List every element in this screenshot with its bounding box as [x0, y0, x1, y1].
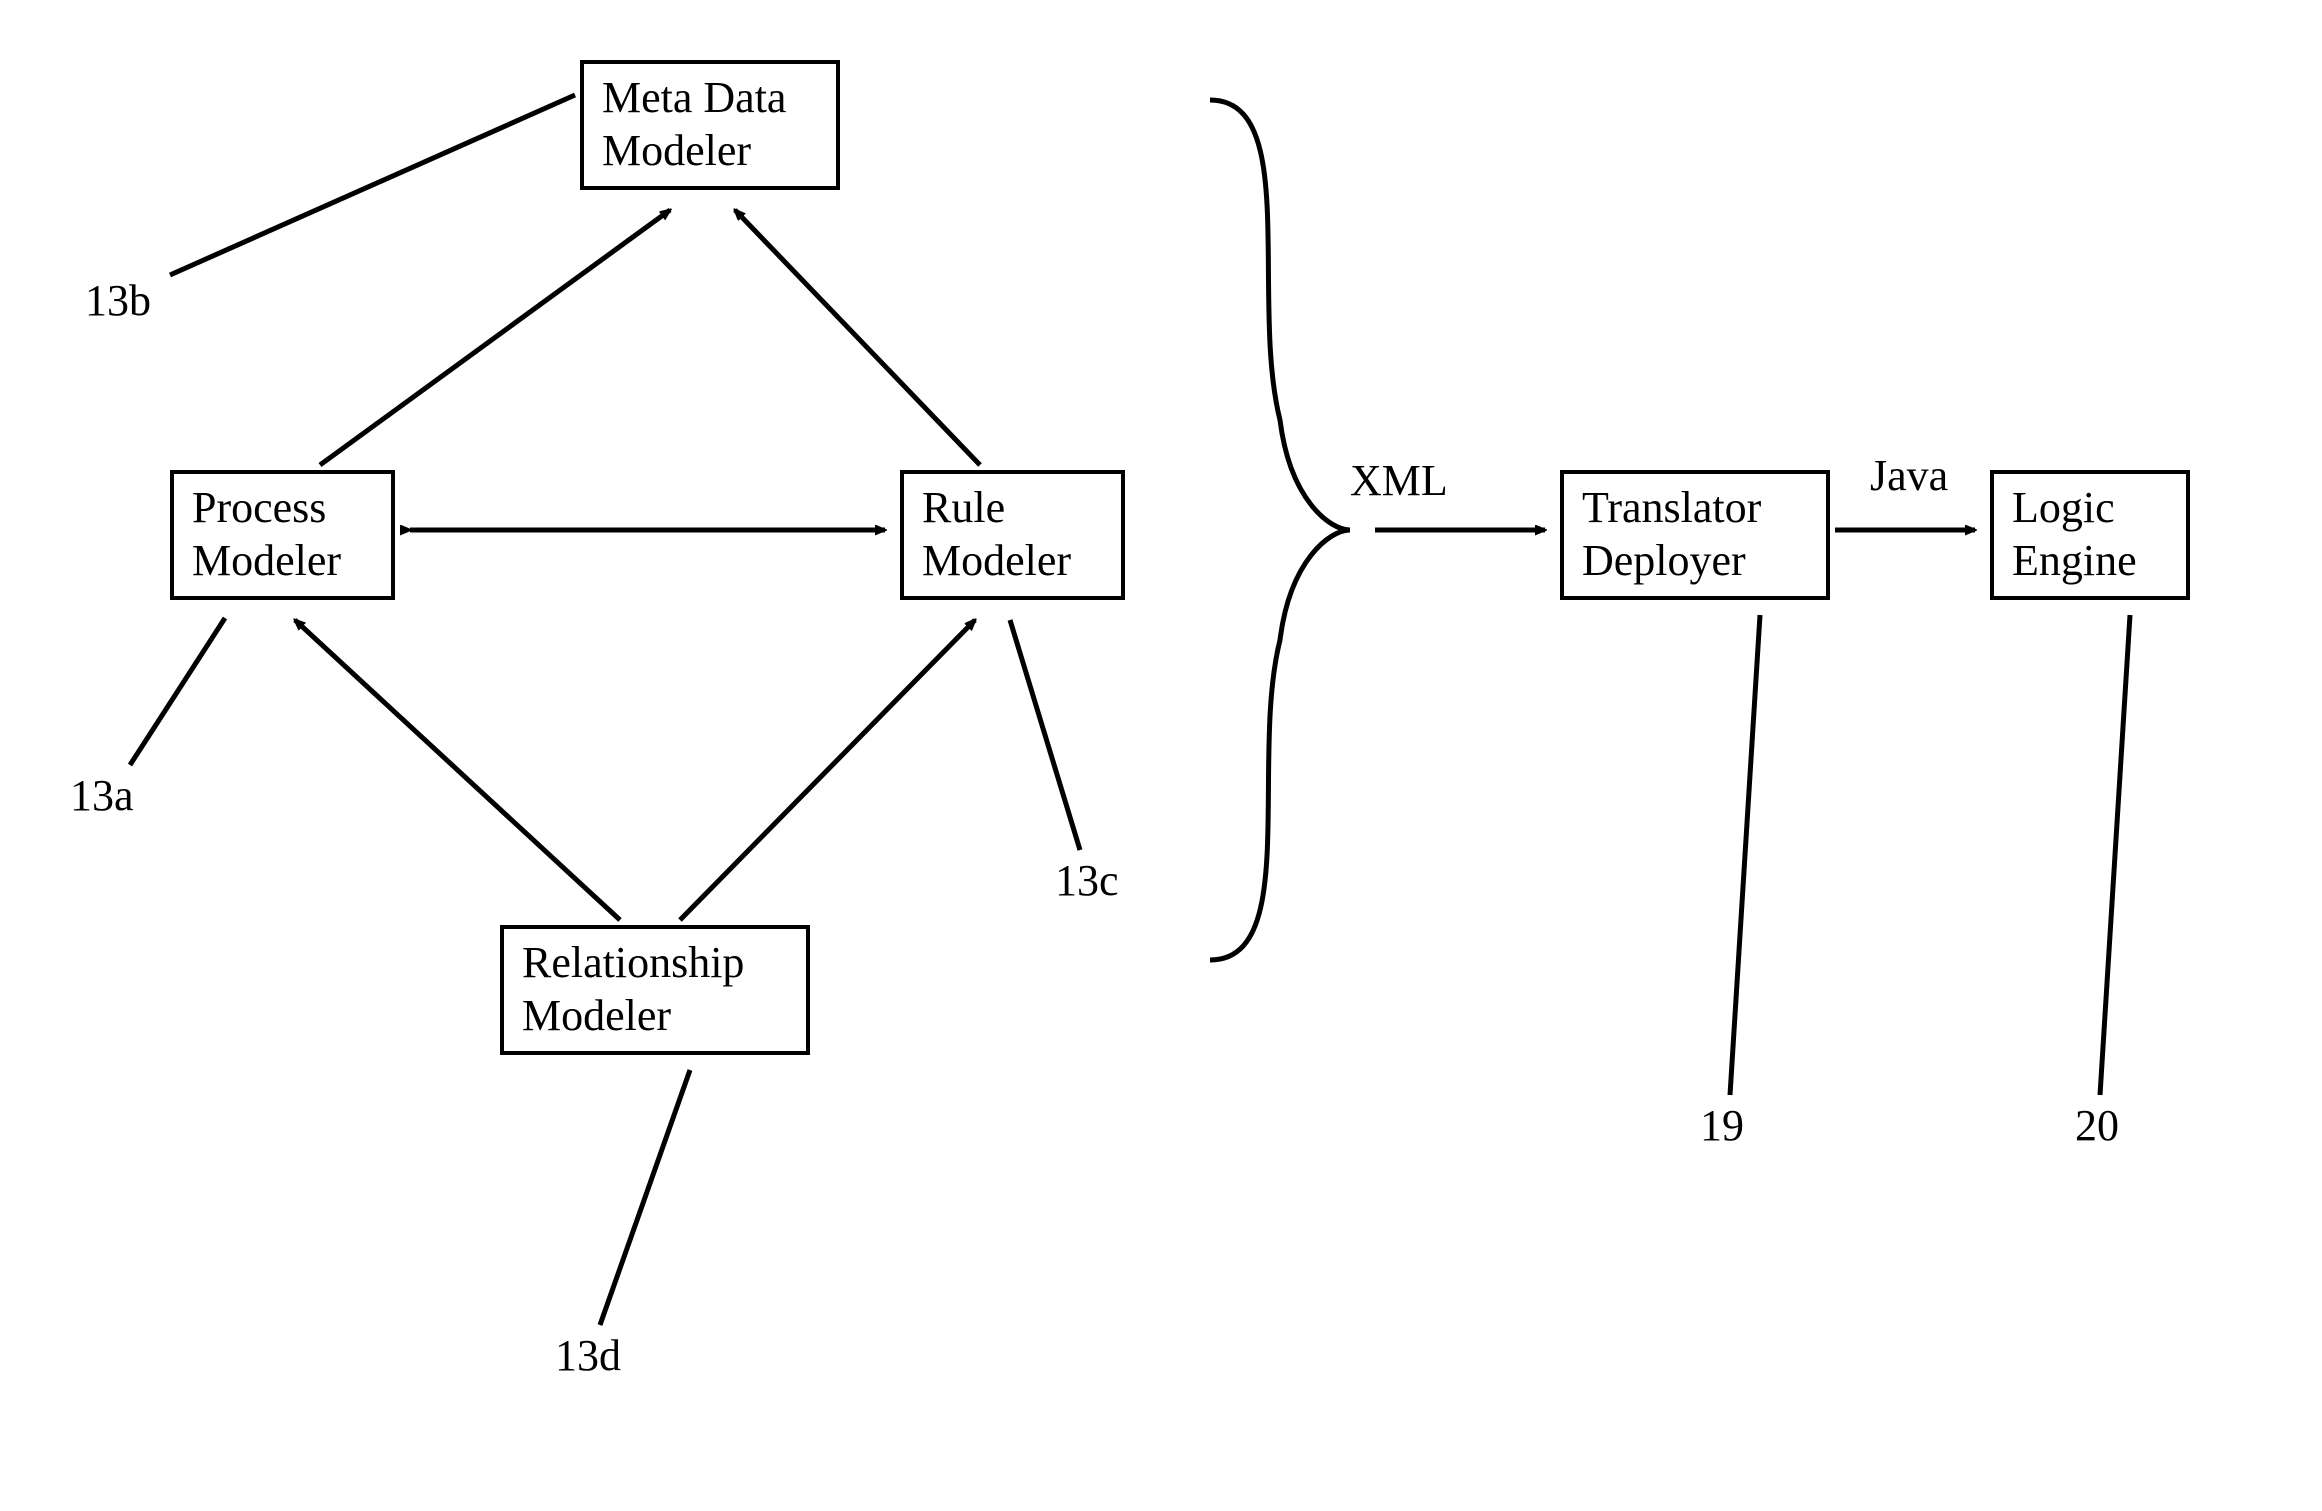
process-modeler-text: ProcessModeler: [192, 483, 341, 585]
leader-13d: [600, 1070, 690, 1325]
ref-13d-label: 13d: [555, 1330, 621, 1383]
meta-data-modeler-box: Meta DataModeler: [580, 60, 840, 190]
arrow-relationship-to-rule: [680, 620, 975, 920]
rule-modeler-box: RuleModeler: [900, 470, 1125, 600]
ref-13c-label: 13c: [1055, 855, 1119, 908]
arrow-relationship-to-process: [295, 620, 620, 920]
relationship-modeler-text: RelationshipModeler: [522, 938, 744, 1040]
java-label: Java: [1870, 450, 1948, 503]
leader-13b: [170, 95, 575, 275]
relationship-modeler-box: RelationshipModeler: [500, 925, 810, 1055]
leader-13c: [1010, 620, 1080, 850]
leader-19: [1730, 615, 1760, 1095]
leader-20: [2100, 615, 2130, 1095]
ref-13b-label: 13b: [85, 275, 151, 328]
meta-data-modeler-text: Meta DataModeler: [602, 73, 786, 175]
ref-20-label: 20: [2075, 1100, 2119, 1153]
arrow-process-to-metadata: [320, 210, 670, 465]
ref-13a-label: 13a: [70, 770, 134, 823]
leader-13a: [130, 618, 225, 765]
arrow-rule-to-metadata: [735, 210, 980, 465]
xml-label: XML: [1350, 455, 1448, 508]
process-modeler-box: ProcessModeler: [170, 470, 395, 600]
rule-modeler-text: RuleModeler: [922, 483, 1071, 585]
translator-deployer-box: TranslatorDeployer: [1560, 470, 1830, 600]
diagram-overlay: [0, 0, 2322, 1511]
ref-19-label: 19: [1700, 1100, 1744, 1153]
logic-engine-text: LogicEngine: [2012, 483, 2137, 585]
curly-brace: [1210, 100, 1350, 960]
translator-deployer-text: TranslatorDeployer: [1582, 483, 1761, 585]
logic-engine-box: LogicEngine: [1990, 470, 2190, 600]
